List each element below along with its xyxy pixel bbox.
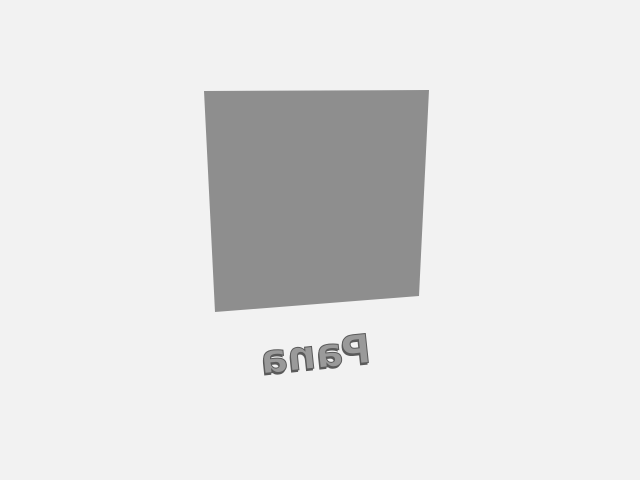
grey-panel	[204, 90, 429, 312]
scene-svg: Pana Pana	[204, 90, 429, 386]
scene-canvas: Pana Pana	[0, 0, 640, 480]
